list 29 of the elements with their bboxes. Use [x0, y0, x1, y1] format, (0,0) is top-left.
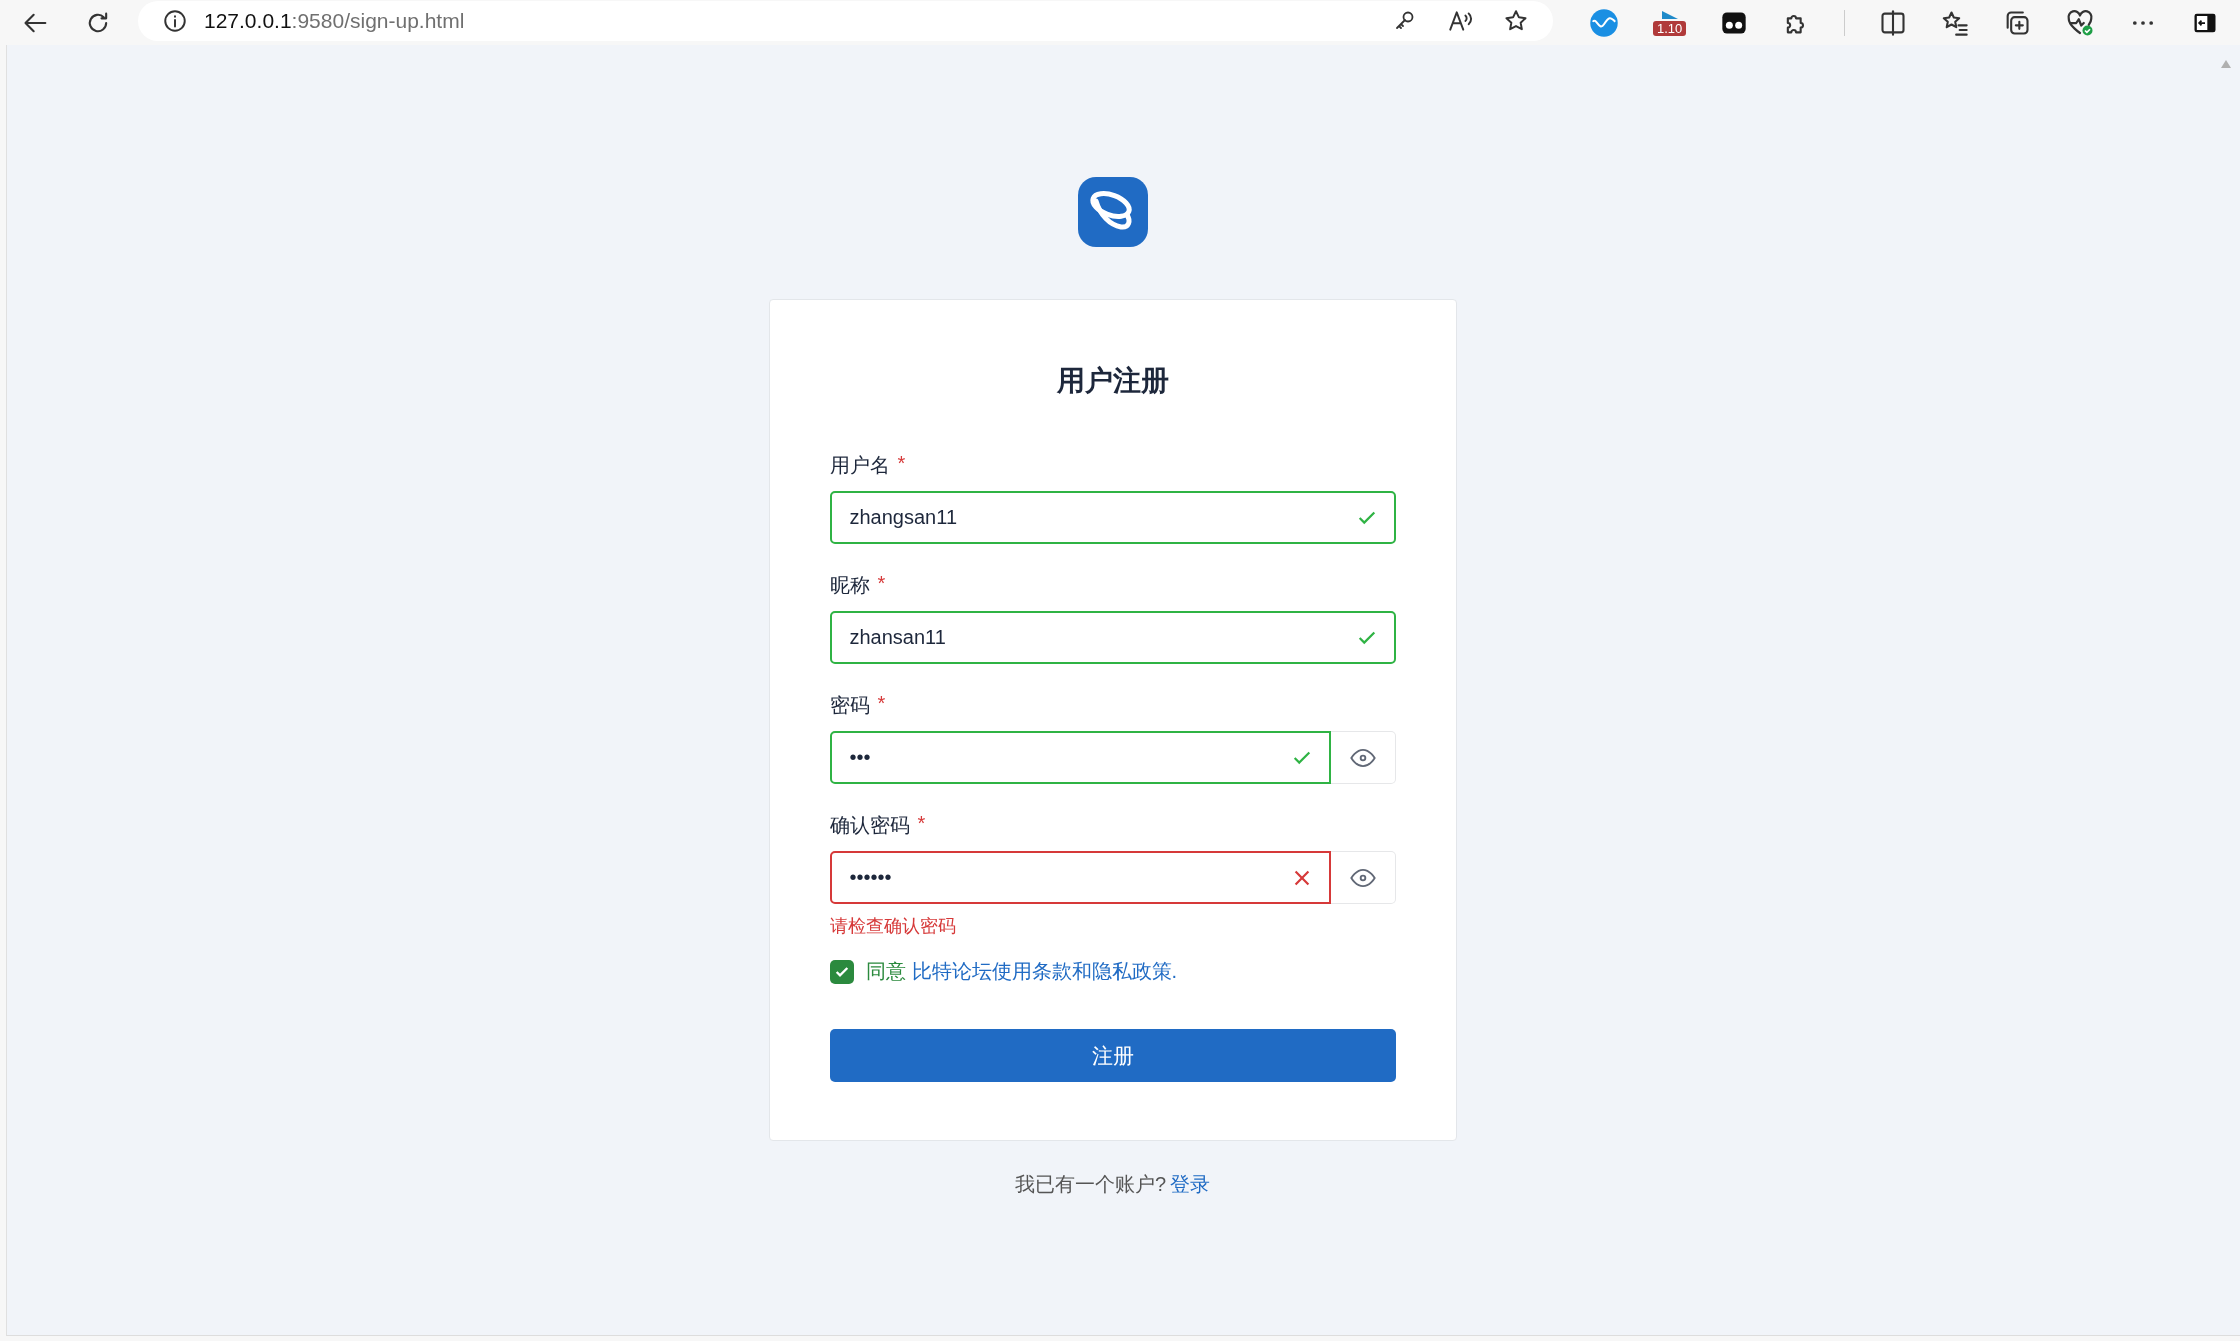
input-field[interactable]: zhansan11 [829, 611, 1396, 664]
error-message: 请检查确认密码 [829, 915, 957, 938]
split-screen-icon[interactable] [1879, 8, 1908, 37]
show-password-button[interactable] [1330, 851, 1396, 904]
app-logo-icon [1077, 177, 1148, 247]
agree-checkbox[interactable] [829, 959, 854, 984]
input-field[interactable]: ••• [829, 731, 1331, 784]
input-field[interactable]: zhangsan11 [829, 491, 1396, 544]
health-icon[interactable] [2065, 7, 2096, 38]
info-icon[interactable] [162, 7, 188, 34]
field-label: 密码 [829, 693, 870, 718]
field-label: 用户名 [829, 453, 890, 478]
field-label: 昵称 [829, 573, 870, 598]
required-mark: * [877, 692, 886, 716]
login-link[interactable]: 登录 [1170, 1171, 1211, 1198]
account-prompt: 我已有一个账户? [1014, 1172, 1167, 1197]
version-badge: 1.10 [1653, 21, 1687, 36]
agree-label: 同意 [865, 959, 906, 984]
show-password-button[interactable] [1330, 731, 1396, 784]
register-button[interactable]: 注册 [829, 1029, 1396, 1082]
terms-link[interactable]: 比特论坛使用条款和隐私政策. [911, 958, 1178, 985]
required-mark: * [897, 452, 906, 476]
required-mark: * [877, 572, 886, 596]
wave-logo-icon[interactable] [1589, 7, 1619, 38]
input-field[interactable]: •••••• [829, 851, 1331, 904]
favorites-icon[interactable] [1941, 8, 1970, 37]
required-mark: * [917, 812, 926, 836]
field-label: 确认密码 [829, 813, 910, 838]
form-title: 用户注册 [1055, 364, 1170, 398]
